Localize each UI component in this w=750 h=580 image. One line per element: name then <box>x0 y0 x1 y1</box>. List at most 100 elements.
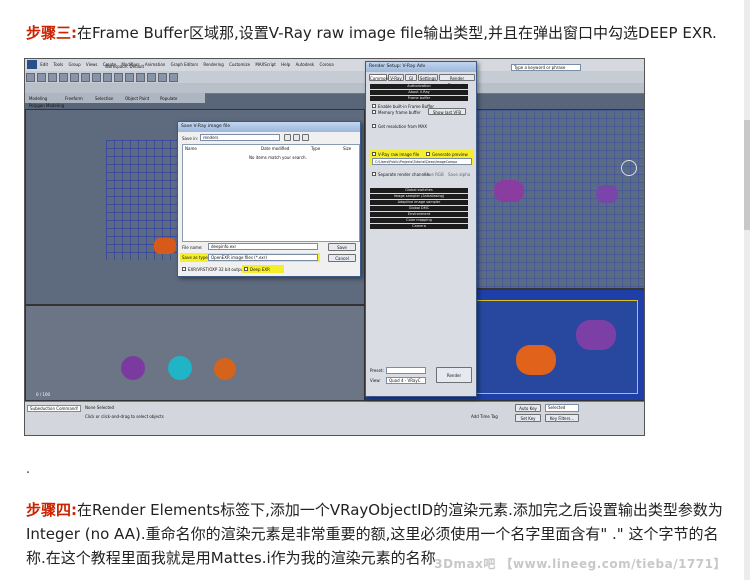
maxscript-listener[interactable]: Subeduction Command! <box>27 405 82 412</box>
viewport-left[interactable]: 0 / 100 <box>25 305 365 401</box>
menu-item[interactable]: MAXScript <box>255 62 276 67</box>
select-icon[interactable] <box>59 73 68 82</box>
save-vray-image-dialog: Save V-Ray image file Save in: renders N… <box>177 121 361 277</box>
get-resolution-checkbox[interactable] <box>372 124 376 128</box>
exr-32bit-label: EXR/VRST/OXP 32 bit output <box>188 267 245 272</box>
rollout-environment[interactable]: Environment <box>370 212 468 217</box>
file-name-input[interactable]: deepinfo.exr <box>208 243 318 250</box>
rollout-camera[interactable]: Camera <box>370 224 468 229</box>
rollout-frame-buffer[interactable]: Frame buffer <box>370 96 468 101</box>
save-button[interactable]: Save <box>328 243 356 251</box>
generate-preview-label: Generate preview <box>432 152 468 157</box>
preset-select[interactable] <box>386 367 426 374</box>
step-three-label: 步骤三: <box>26 24 77 42</box>
key-mode-select[interactable]: Selected <box>545 404 579 412</box>
preset-label: Preset: <box>370 368 384 373</box>
get-resolution-label: Get resolution from MAX <box>378 124 428 129</box>
back-icon[interactable] <box>284 134 291 141</box>
file-name-label: File name: <box>182 245 203 250</box>
ribbon-tab[interactable]: Populate <box>160 96 177 101</box>
menu-item[interactable]: Edit <box>40 62 48 67</box>
new-folder-icon[interactable] <box>302 134 309 141</box>
prompt-hint: Click or click-and-drag to select object… <box>85 414 164 419</box>
cancel-button[interactable]: Cancel <box>328 254 356 262</box>
render-icon[interactable] <box>169 73 178 82</box>
menu-item[interactable]: Rendering <box>203 62 223 67</box>
render-setup-title: Render Setup: V-Ray Adv <box>366 62 476 72</box>
exr-32bit-checkbox[interactable] <box>182 267 186 271</box>
raw-image-checkbox[interactable] <box>372 152 376 156</box>
key-filters-button[interactable]: Key Filters... <box>545 414 579 422</box>
redo-icon[interactable] <box>37 73 46 82</box>
tab-render-elements[interactable]: Render Elements <box>439 74 475 88</box>
rollout-global-dmc[interactable]: Global DMC <box>370 206 468 211</box>
menu-item[interactable]: Graph Editors <box>171 62 198 67</box>
rotate-icon[interactable] <box>81 73 90 82</box>
column-header[interactable]: Name <box>185 146 197 151</box>
scrollbar[interactable] <box>744 0 750 580</box>
generate-preview-checkbox[interactable] <box>426 152 430 156</box>
max-logo-icon <box>27 60 37 69</box>
rollout-global-switches[interactable]: Global switches <box>370 188 468 193</box>
move-icon[interactable] <box>70 73 79 82</box>
scrollbar-thumb[interactable] <box>744 120 750 230</box>
mirror-icon[interactable] <box>114 73 123 82</box>
separate-channels-checkbox[interactable] <box>372 172 376 176</box>
menu-item[interactable]: Autodesk <box>296 62 315 67</box>
ribbon-tab[interactable]: Object Paint <box>125 96 149 101</box>
deep-exr-checkbox[interactable] <box>244 267 248 271</box>
save-rgb-label: Save RGB <box>424 172 444 177</box>
add-time-tag-button[interactable]: Add Time Tag <box>471 414 498 419</box>
column-header[interactable]: Size <box>343 146 351 151</box>
enable-vfb-checkbox[interactable] <box>372 104 376 108</box>
link-icon[interactable] <box>48 73 57 82</box>
save-in-label: Save in: <box>182 136 199 141</box>
save-as-type-select[interactable]: OpenEXR image files (*.exr) <box>208 254 318 261</box>
column-header[interactable]: Date modified <box>261 146 289 151</box>
search-input[interactable]: Type a keyword or phrase <box>511 64 581 71</box>
material-editor-icon[interactable] <box>147 73 156 82</box>
tab-vray[interactable]: V-Ray <box>388 74 404 81</box>
menu-item[interactable]: Views <box>86 62 98 67</box>
set-key-button[interactable]: Set Key <box>515 414 541 422</box>
rollout-authorization[interactable]: Authorization <box>370 84 468 89</box>
scale-icon[interactable] <box>92 73 101 82</box>
layer-icon[interactable] <box>136 73 145 82</box>
rollout-about-vray[interactable]: About V-Ray <box>370 90 468 95</box>
render-button[interactable]: Render <box>436 367 472 383</box>
column-header[interactable]: Type <box>311 146 320 151</box>
ribbon-tab[interactable]: Modeling <box>29 96 47 101</box>
raw-image-label: V-Ray raw image file <box>378 152 420 157</box>
render-setup-icon[interactable] <box>158 73 167 82</box>
raw-path-input[interactable]: C:\Users\Public\Projects\Tutorial\Deep\I… <box>372 158 472 165</box>
ribbon-tab[interactable]: Freeform <box>65 96 83 101</box>
show-last-vfb-button[interactable]: Show last VFB <box>428 108 466 115</box>
menu-item[interactable]: Corona <box>320 62 334 67</box>
save-in-select[interactable]: renders <box>200 134 280 141</box>
rollout-color-mapping[interactable]: Color mapping <box>370 218 468 223</box>
menu-item[interactable]: Group <box>68 62 80 67</box>
auto-key-button[interactable]: Auto Key <box>515 404 541 412</box>
up-folder-icon[interactable] <box>293 134 300 141</box>
tab-settings[interactable]: Settings <box>418 74 438 81</box>
view-label: View: <box>370 378 381 383</box>
menu-item[interactable]: Customize <box>229 62 250 67</box>
selection-status: None Selected <box>85 405 115 410</box>
menu-item[interactable]: Help <box>281 62 290 67</box>
undo-icon[interactable] <box>26 73 35 82</box>
ribbon-tab[interactable]: Selection <box>95 96 113 101</box>
file-list[interactable]: Name Date modified Type Size No items ma… <box>182 144 360 242</box>
tab-common[interactable]: Common <box>369 74 388 81</box>
menu-item[interactable]: Animation <box>145 62 165 67</box>
viewcube-icon[interactable] <box>621 160 637 176</box>
workspace-label[interactable]: Workspace: Default <box>105 64 144 69</box>
menu-item[interactable]: Tools <box>53 62 63 67</box>
rollout-adaptive-sampler[interactable]: Adaptive image sampler <box>370 200 468 205</box>
tab-gi[interactable]: GI <box>405 74 417 81</box>
step-three-body: 在Frame Buffer区域那,设置V-Ray raw image file输… <box>77 24 717 42</box>
align-icon[interactable] <box>125 73 134 82</box>
memory-fb-checkbox[interactable] <box>372 110 376 114</box>
view-select[interactable]: Quad 4 - VRayC <box>386 377 426 384</box>
snap-icon[interactable] <box>103 73 112 82</box>
rollout-image-sampler[interactable]: Image sampler (Antialiasing) <box>370 194 468 199</box>
